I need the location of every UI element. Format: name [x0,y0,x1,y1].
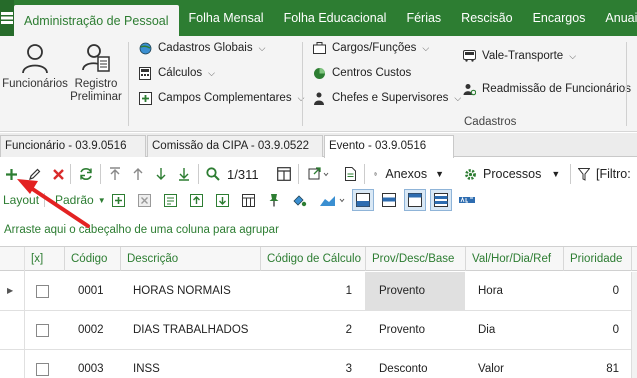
app-window: Administração de Pessoal Folha Mensal Fo… [0,0,637,378]
annotation-arrow [17,179,90,228]
